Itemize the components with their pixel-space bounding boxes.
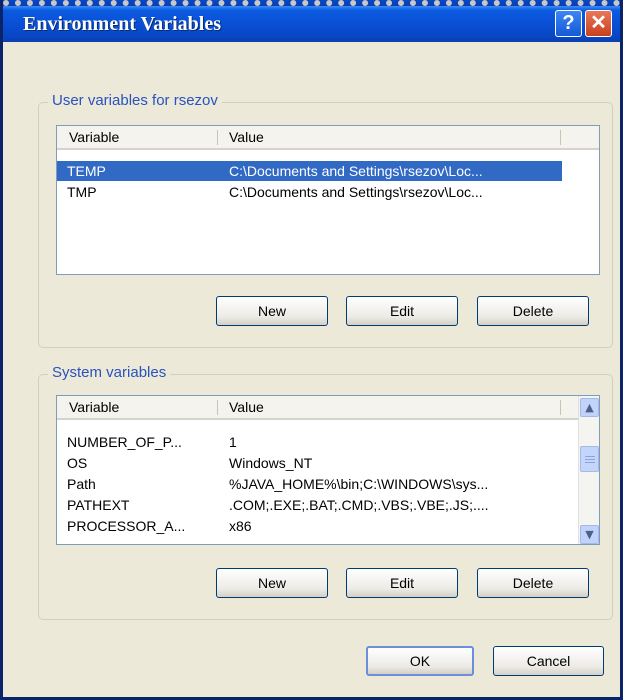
variable-value: C:\Documents and Settings\rsezov\Loc...: [229, 163, 483, 179]
variable-name: NUMBER_OF_P...: [67, 434, 182, 450]
system-list-header: Variable Value: [57, 396, 599, 420]
user-edit-button[interactable]: Edit: [346, 296, 458, 326]
variable-value: 1: [229, 434, 237, 450]
ok-button[interactable]: OK: [366, 646, 474, 676]
column-header-value[interactable]: Value: [229, 399, 264, 415]
scrollbar-thumb[interactable]: [580, 446, 599, 472]
column-separator[interactable]: [217, 400, 218, 415]
grip-line: [585, 459, 595, 460]
column-separator[interactable]: [217, 130, 218, 145]
scroll-up-icon[interactable]: ▲: [580, 398, 599, 417]
cancel-button[interactable]: Cancel: [493, 646, 604, 676]
list-item[interactable]: PATHEXT .COM;.EXE;.BAT;.CMD;.VBS;.VBE;.J…: [57, 495, 599, 515]
user-variables-label: User variables for rsezov: [48, 92, 222, 109]
variable-value: %JAVA_HOME%\bin;C:\WINDOWS\sys...: [229, 476, 489, 492]
variable-name: PROCESSOR_A...: [67, 518, 186, 534]
environment-variables-dialog: Environment Variables ? ✕ User variables…: [0, 0, 623, 700]
help-button[interactable]: ?: [555, 10, 582, 37]
system-new-button[interactable]: New: [216, 568, 328, 598]
list-item[interactable]: Path %JAVA_HOME%\bin;C:\WINDOWS\sys...: [57, 474, 599, 494]
column-header-variable[interactable]: Variable: [69, 399, 119, 415]
scroll-down-icon[interactable]: ▼: [580, 525, 599, 544]
variable-value: x86: [229, 518, 252, 534]
user-new-button[interactable]: New: [216, 296, 328, 326]
variable-name: Path: [67, 476, 96, 492]
user-delete-button[interactable]: Delete: [477, 296, 589, 326]
column-header-value[interactable]: Value: [229, 129, 264, 145]
variable-name: OS: [67, 455, 88, 471]
system-edit-button[interactable]: Edit: [346, 568, 458, 598]
system-delete-button[interactable]: Delete: [477, 568, 589, 598]
variable-value: .COM;.EXE;.BAT;.CMD;.VBS;.VBE;.JS;....: [229, 497, 489, 513]
list-item[interactable]: PROCESSOR_A... x86: [57, 516, 599, 536]
list-item[interactable]: TEMP C:\Documents and Settings\rsezov\Lo…: [57, 161, 562, 181]
user-list-header: Variable Value: [57, 126, 599, 150]
vertical-scrollbar[interactable]: ▲ ▼: [578, 396, 599, 544]
column-header-variable[interactable]: Variable: [69, 129, 119, 145]
variable-value: Windows_NT: [229, 455, 313, 471]
dialog-title: Environment Variables: [23, 13, 221, 35]
list-item[interactable]: NUMBER_OF_P... 1: [57, 432, 599, 452]
list-item[interactable]: TMP C:\Documents and Settings\rsezov\Loc…: [57, 182, 562, 202]
list-item[interactable]: OS Windows_NT: [57, 453, 599, 473]
column-separator[interactable]: [560, 400, 561, 415]
variable-name: TMP: [67, 184, 97, 200]
title-bar[interactable]: Environment Variables ? ✕: [3, 0, 620, 42]
close-button[interactable]: ✕: [585, 10, 612, 37]
variable-name: PATHEXT: [67, 497, 130, 513]
grip-line: [585, 456, 595, 457]
system-variables-label: System variables: [48, 364, 171, 381]
system-variables-list[interactable]: Variable Value NUMBER_OF_P... 1 OS Windo…: [56, 395, 600, 545]
column-separator[interactable]: [560, 130, 561, 145]
grip-line: [585, 462, 595, 463]
user-variables-list[interactable]: Variable Value TEMP C:\Documents and Set…: [56, 125, 600, 275]
variable-name: TEMP: [67, 163, 106, 179]
variable-value: C:\Documents and Settings\rsezov\Loc...: [229, 184, 483, 200]
